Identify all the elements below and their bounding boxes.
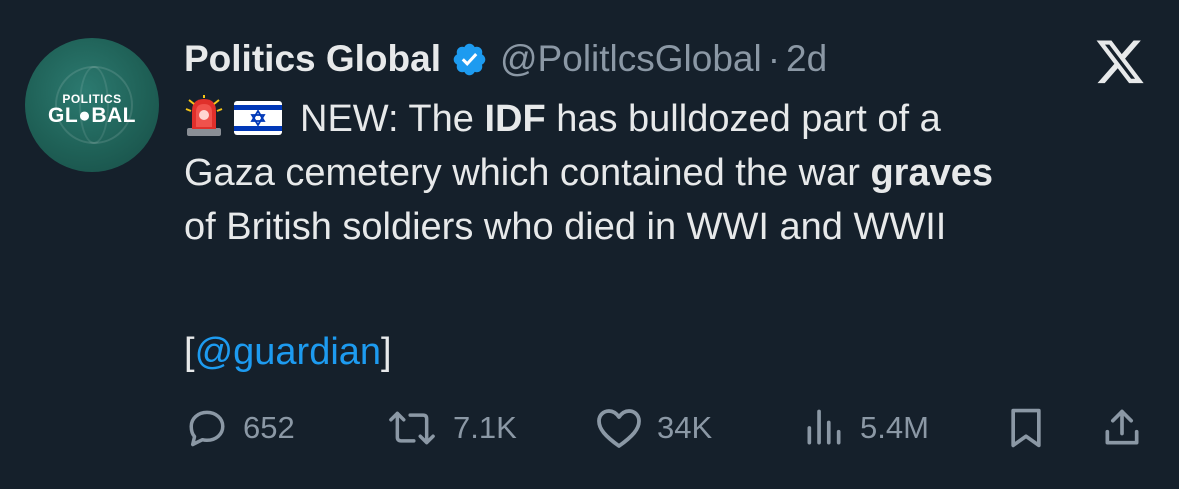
bookmark-icon xyxy=(1011,408,1041,448)
repost-icon xyxy=(389,411,435,445)
bookmark-button[interactable] xyxy=(1004,400,1048,456)
reply-count: 652 xyxy=(243,410,295,445)
israel-flag-icon xyxy=(234,101,282,135)
reply-icon xyxy=(189,410,225,447)
heart-icon xyxy=(597,409,641,448)
handle[interactable]: @PolitlcsGlobal xyxy=(500,38,762,80)
reply-button[interactable]: 652 xyxy=(185,400,295,456)
like-count: 34K xyxy=(657,410,713,445)
like-button[interactable]: 34K xyxy=(595,400,712,456)
views-chart-icon xyxy=(807,409,841,445)
tweet-text-bold-graves: graves xyxy=(870,152,993,194)
tweet-text-line-1: NEW: The IDF has bulldozed part of a xyxy=(184,92,1159,146)
display-name[interactable]: Politics Global xyxy=(184,38,441,80)
bracket-open: [ xyxy=(184,331,195,373)
views-count: 5.4M xyxy=(860,410,929,445)
police-car-light-icon xyxy=(185,95,223,136)
separator-dot: · xyxy=(767,38,781,79)
tweet-text-segment: NEW: The xyxy=(300,98,485,140)
repost-button[interactable]: 7.1K xyxy=(385,400,517,456)
tweet-header: Politics Global @PolitlcsGlobal · 2d xyxy=(184,34,827,84)
bracket-close: ] xyxy=(381,331,392,373)
x-logo-icon[interactable] xyxy=(1092,40,1148,88)
mention-link[interactable]: @guardian xyxy=(195,331,381,373)
share-icon xyxy=(1105,409,1139,445)
timestamp[interactable]: 2d xyxy=(786,38,827,80)
verified-badge-icon[interactable] xyxy=(451,41,488,78)
share-button[interactable] xyxy=(1100,400,1144,456)
tweet[interactable]: POLITICS GL●BAL Politics Global @Politlc… xyxy=(0,0,1179,489)
tweet-text-line-2: Gaza cemetery which contained the war gr… xyxy=(184,146,1159,200)
tweet-text-segment: Gaza cemetery which contained the war xyxy=(184,152,871,194)
repost-count: 7.1K xyxy=(453,410,517,445)
tweet-text: NEW: The IDF has bulldozed part of a Gaz… xyxy=(184,92,1159,254)
tweet-text-line-3: of British soldiers who died in WWI and … xyxy=(184,206,947,248)
tweet-actions-bar: 652 7.1K 34K 5.4M xyxy=(0,400,1179,456)
views-button[interactable]: 5.4M xyxy=(802,400,929,456)
avatar[interactable]: POLITICS GL●BAL xyxy=(25,38,159,172)
tweet-text-bold-idf: IDF xyxy=(484,98,546,140)
avatar-logo-bottom: GL●BAL xyxy=(47,104,136,127)
tweet-source-line: [@guardian] xyxy=(184,325,392,379)
tweet-text-segment: has bulldozed part of a xyxy=(545,98,941,140)
